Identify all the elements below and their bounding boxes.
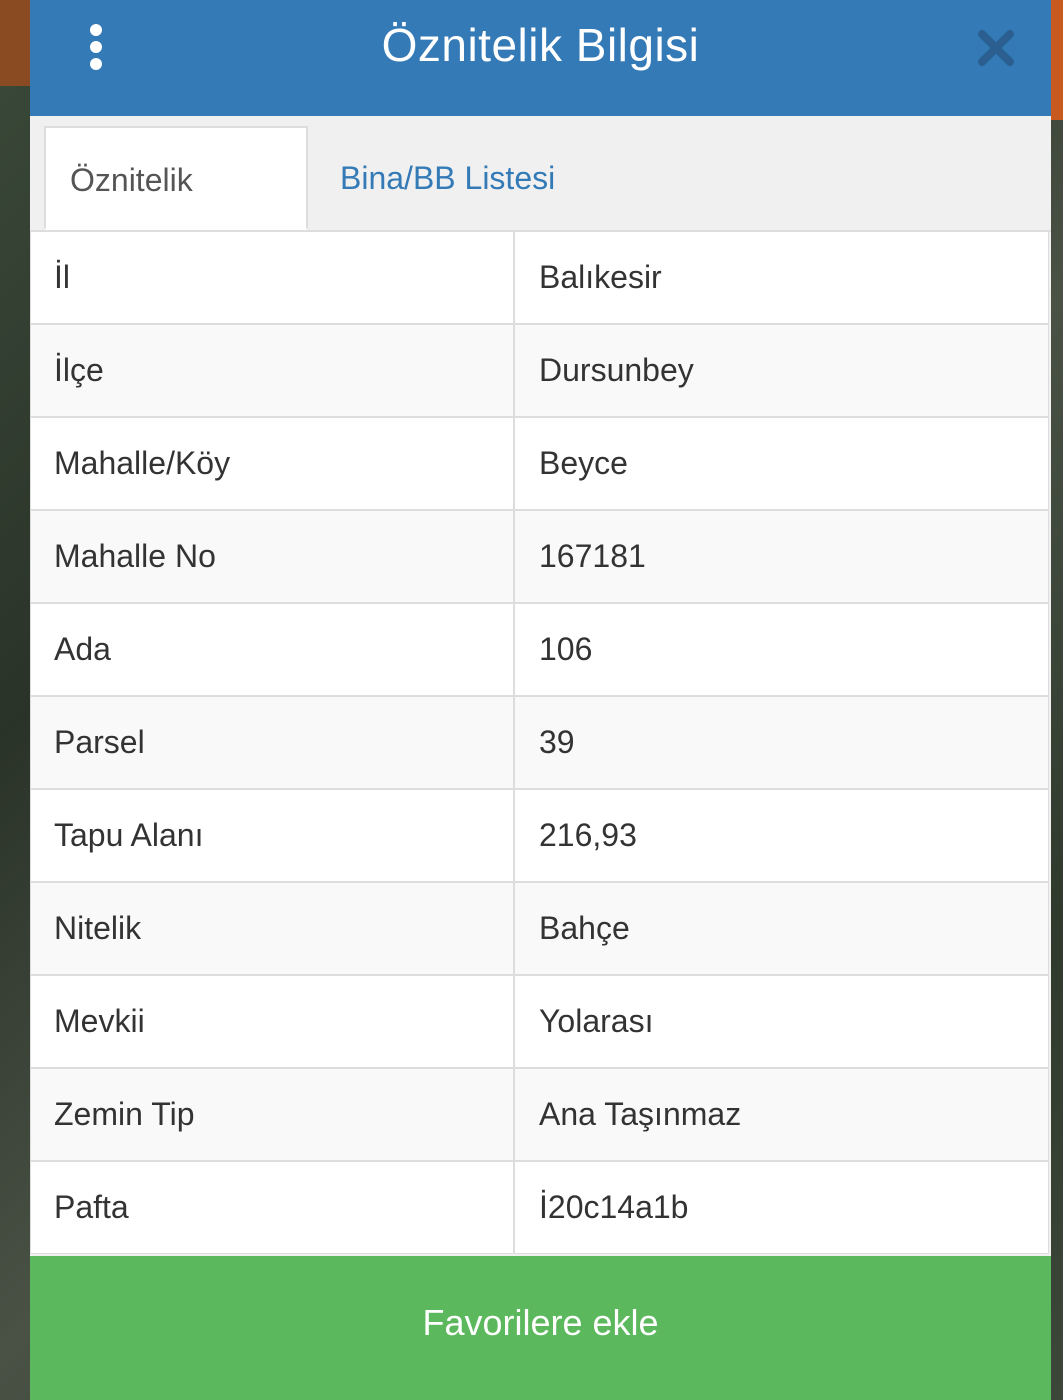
- table-row: İl Balıkesir: [30, 231, 1049, 324]
- map-background-edge: [1051, 0, 1063, 120]
- table-row: Tapu Alanı 216,93: [30, 789, 1049, 882]
- attribute-value: Ana Taşınmaz: [539, 1096, 742, 1132]
- add-to-favorites-button[interactable]: Favorilere ekle: [30, 1256, 1051, 1400]
- attribute-key: İl: [31, 232, 515, 323]
- attribute-key: İlçe: [31, 325, 515, 416]
- attribute-value: 39: [539, 724, 575, 760]
- attribute-value: Dursunbey: [539, 352, 694, 388]
- attribute-key: Mahalle No: [31, 511, 515, 602]
- table-row: Mahalle/Köy Beyce: [30, 417, 1049, 510]
- close-icon[interactable]: [974, 26, 1018, 70]
- table-row: Zemin Tip Ana Taşınmaz: [30, 1068, 1049, 1161]
- attribute-value: 106: [539, 631, 593, 667]
- table-row: Ada 106: [30, 603, 1049, 696]
- table-row: Nitelik Bahçe: [30, 882, 1049, 975]
- attribute-key: Nitelik: [31, 883, 515, 974]
- table-row: Parsel 39: [30, 696, 1049, 789]
- attribute-key: Tapu Alanı: [31, 790, 515, 881]
- attribute-value: 216,93: [539, 817, 637, 853]
- attribute-value: 167181: [539, 538, 646, 574]
- attribute-key: Mahalle/Köy: [31, 418, 515, 509]
- attribute-key: Zemin Tip: [31, 1069, 515, 1160]
- table-row: Mahalle No 167181: [30, 510, 1049, 603]
- attribute-value: İ20c14a1b: [539, 1189, 689, 1225]
- attribute-value: Yolarası: [539, 1003, 654, 1039]
- table-row: İlçe Dursunbey: [30, 324, 1049, 417]
- modal-header: Öznitelik Bilgisi: [30, 0, 1051, 116]
- table-row: Pafta İ20c14a1b: [30, 1161, 1049, 1254]
- attribute-key: Ada: [31, 604, 515, 695]
- attribute-key: Pafta: [31, 1162, 515, 1253]
- attribute-value: Balıkesir: [539, 259, 662, 295]
- modal-title: Öznitelik Bilgisi: [381, 19, 700, 71]
- tab-building-list[interactable]: Bina/BB Listesi: [316, 126, 596, 230]
- attribute-value: Beyce: [539, 445, 628, 481]
- attribute-value: Bahçe: [539, 910, 630, 946]
- attribute-info-modal: Öznitelik Bilgisi Öznitelik Bilgisi Bina…: [30, 0, 1051, 1400]
- tab-bar: Öznitelik Bilgisi Bina/BB Listesi: [30, 116, 1051, 302]
- attribute-key: Mevkii: [31, 976, 515, 1067]
- attribute-key: Parsel: [31, 697, 515, 788]
- table-row: Mevkii Yolarası: [30, 975, 1049, 1068]
- map-background-strip: [0, 0, 30, 86]
- tab-attribute-info[interactable]: Öznitelik Bilgisi: [44, 126, 308, 302]
